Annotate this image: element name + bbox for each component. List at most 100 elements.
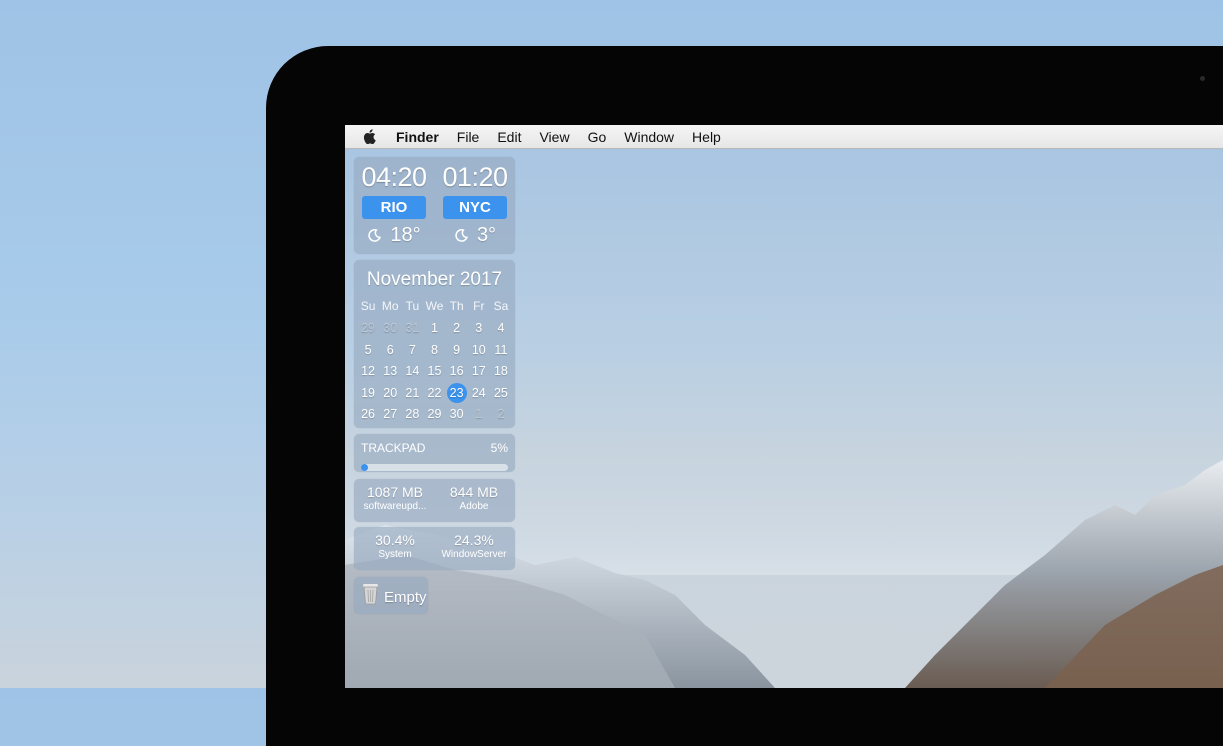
apple-logo-icon[interactable] xyxy=(363,129,376,144)
calendar-day[interactable]: 10 xyxy=(468,340,490,362)
desktop-screen: Finder File Edit View Go Window Help 04:… xyxy=(345,125,1223,688)
day-number: 3 xyxy=(475,321,483,335)
calendar-day[interactable]: 31 xyxy=(401,318,423,340)
memory-usage-widget[interactable]: 1087 MB softwareupd... 844 MB Adobe xyxy=(354,479,515,522)
calendar-day[interactable]: 14 xyxy=(401,361,423,383)
temperature: 18° xyxy=(390,224,421,246)
calendar-day[interactable]: 25 xyxy=(490,383,512,405)
cpu-process-2: 24.3% WindowServer xyxy=(435,532,513,560)
weekday-header: Su xyxy=(360,299,376,313)
calendar-day[interactable]: 29 xyxy=(357,318,379,340)
menu-finder[interactable]: Finder xyxy=(396,129,439,145)
calendar-day[interactable]: 24 xyxy=(468,383,490,405)
day-number: 19 xyxy=(361,385,376,400)
weather-row: 18° xyxy=(359,224,429,247)
calendar-day[interactable]: 30 xyxy=(446,404,468,426)
day-number: 1 xyxy=(431,321,438,335)
calendar-day[interactable]: 4 xyxy=(490,318,512,340)
calendar-day[interactable]: 18 xyxy=(490,361,512,383)
calendar-day[interactable]: 2 xyxy=(446,318,468,340)
calendar-day[interactable]: 8 xyxy=(423,340,445,362)
menu-edit[interactable]: Edit xyxy=(497,129,521,145)
calendar-day[interactable]: 13 xyxy=(379,361,401,383)
calendar-day[interactable]: 19 xyxy=(357,383,379,405)
memory-value: 1087 MB xyxy=(366,484,424,500)
calendar-day[interactable]: 1 xyxy=(468,404,490,426)
clock-time: 04:20 xyxy=(361,162,427,192)
day-number: 6 xyxy=(386,342,394,357)
menu-window[interactable]: Window xyxy=(624,129,674,145)
cpu-value: 24.3% xyxy=(454,532,494,548)
day-number: 9 xyxy=(453,342,461,357)
moon-icon xyxy=(455,229,468,242)
calendar-day[interactable]: 21 xyxy=(401,383,423,405)
day-number: 30 xyxy=(449,407,464,421)
process-name: Adobe xyxy=(459,501,489,512)
calendar-day[interactable]: 2 xyxy=(490,404,512,426)
day-number: 29 xyxy=(361,321,376,335)
day-number: 13 xyxy=(383,364,398,378)
memory-process-1: 1087 MB softwareupd... xyxy=(356,484,434,512)
calendar-day[interactable]: 7 xyxy=(401,340,423,362)
calendar-day[interactable]: 30 xyxy=(379,318,401,340)
trackpad-label: TRACKPAD xyxy=(361,441,426,455)
calendar-day[interactable]: 28 xyxy=(401,404,423,426)
calendar-day[interactable]: 17 xyxy=(468,361,490,383)
memory-value: 844 MB xyxy=(449,484,499,500)
calendar-day[interactable]: 27 xyxy=(379,404,401,426)
weather-row: 3° xyxy=(440,224,510,247)
city-badge[interactable]: RIO xyxy=(362,196,426,219)
temperature: 3° xyxy=(476,224,497,246)
menu-bar: Finder File Edit View Go Window Help xyxy=(345,125,1223,149)
weekday-header: Sa xyxy=(493,299,509,313)
day-number: 15 xyxy=(427,364,442,378)
day-number: 30 xyxy=(383,321,398,335)
weekday-header: Tu xyxy=(405,299,420,313)
calendar-day[interactable]: 16 xyxy=(446,361,468,383)
day-number: 28 xyxy=(405,407,420,421)
trash-icon xyxy=(363,584,378,605)
day-number: 16 xyxy=(449,364,464,378)
calendar-widget[interactable]: November 2017 Su Mo Tu We Th Fr Sa 29 30 31 1 2 3 4 5 6… xyxy=(354,260,515,428)
calendar-day[interactable]: 15 xyxy=(423,361,445,383)
day-number: 7 xyxy=(408,342,416,357)
weekday-header: Th xyxy=(449,299,464,313)
trash-widget[interactable]: Empty xyxy=(354,577,428,614)
calendar-day[interactable]: 3 xyxy=(468,318,490,340)
calendar-day[interactable]: 20 xyxy=(379,383,401,405)
day-number: 18 xyxy=(493,364,508,378)
trackpad-percent: 5% xyxy=(490,441,508,455)
day-number: 26 xyxy=(361,407,376,421)
clock-rio: 04:20 RIO 18° xyxy=(359,161,429,247)
cpu-process-1: 30.4% System xyxy=(356,532,434,560)
calendar-day[interactable]: 9 xyxy=(446,340,468,362)
menu-help[interactable]: Help xyxy=(692,129,721,145)
world-clock-widget[interactable]: 04:20 RIO 18° 01:20 NYC 3° xyxy=(354,157,515,254)
cpu-usage-widget[interactable]: 30.4% System 24.3% WindowServer xyxy=(354,527,515,570)
calendar-day[interactable]: 11 xyxy=(490,340,512,362)
calendar-day[interactable]: 5 xyxy=(357,340,379,362)
trackpad-battery-widget[interactable]: TRACKPAD 5% xyxy=(354,434,515,472)
calendar-grid: Su Mo Tu We Th Fr Sa 29 30 31 1 2 3 4 5 6 7 8 9 10 11 12 13 14 1… xyxy=(357,295,512,426)
day-number: 2 xyxy=(453,321,461,335)
calendar-day[interactable]: 1 xyxy=(423,318,445,340)
clock-nyc: 01:20 NYC 3° xyxy=(440,161,510,247)
calendar-month-title: November 2017 xyxy=(366,269,503,290)
battery-fill xyxy=(361,464,369,471)
day-number: 20 xyxy=(383,385,398,400)
day-number: 23 xyxy=(446,382,467,403)
battery-bar xyxy=(361,464,508,471)
moon-icon xyxy=(368,229,382,242)
day-number: 27 xyxy=(383,407,398,421)
calendar-day[interactable]: 12 xyxy=(357,361,379,383)
menu-go[interactable]: Go xyxy=(588,129,607,145)
day-number: 1 xyxy=(475,407,483,421)
calendar-day[interactable]: 22 xyxy=(423,383,445,405)
calendar-day[interactable]: 6 xyxy=(379,340,401,362)
city-badge[interactable]: NYC xyxy=(443,196,507,219)
menu-file[interactable]: File xyxy=(457,129,480,145)
menu-view[interactable]: View xyxy=(539,129,569,145)
calendar-day[interactable]: 29 xyxy=(423,404,445,426)
calendar-day[interactable]: 26 xyxy=(357,404,379,426)
calendar-day-today[interactable]: 23 xyxy=(446,382,468,405)
